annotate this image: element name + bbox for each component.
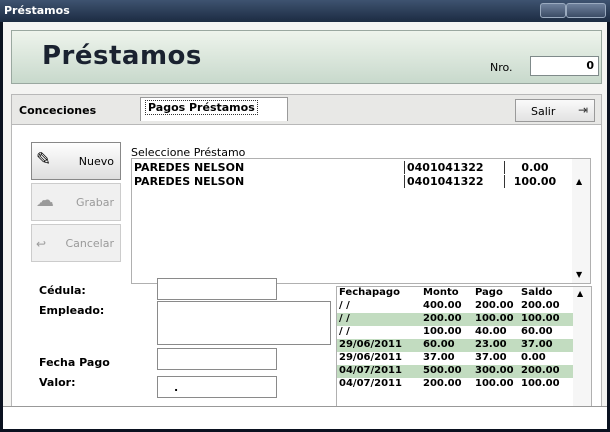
nro-label: Nro. [490, 61, 513, 74]
new-label: Nuevo [78, 155, 114, 168]
cell-fecha: / / [339, 313, 350, 324]
window-client: Préstamos Nro. 0 Conceciones Pagos Prést… [3, 22, 607, 428]
loan-list[interactable]: PAREDES NELSON 0401041322 0.00 PAREDES N… [131, 158, 591, 284]
table-row[interactable]: 29/06/2011 60.00 23.00 37.00 [337, 339, 573, 352]
cell-saldo: 37.00 [521, 339, 553, 350]
exit-button[interactable]: Salir ⇥ [515, 99, 595, 122]
window-title: Préstamos [4, 4, 70, 17]
new-record-icon: ✎ [36, 149, 52, 170]
cell-monto: 200.00 [423, 313, 462, 324]
loan-amount: 0.00 [504, 161, 565, 174]
cell-saldo: 200.00 [521, 300, 560, 311]
cell-saldo: 60.00 [521, 326, 553, 337]
cell-fecha: / / [339, 326, 350, 337]
valor-label: Valor: [39, 376, 76, 389]
cell-monto: 37.00 [423, 352, 455, 363]
table-row[interactable]: 29/06/2011 37.00 37.00 0.00 [337, 352, 573, 365]
close-button[interactable] [566, 3, 606, 18]
table-row[interactable]: 04/07/2011 500.00 300.00 200.00 [337, 365, 573, 378]
table-row[interactable]: / / 200.00 100.00 100.00 [337, 313, 573, 326]
new-button[interactable]: ✎ Nuevo [31, 142, 121, 180]
loan-amount: 100.00 [504, 175, 565, 188]
cell-monto: 100.00 [423, 326, 462, 337]
cell-pago: 300.00 [475, 365, 514, 376]
loan-cedula: 0401041322 [404, 175, 484, 188]
cell-saldo: 200.00 [521, 365, 560, 376]
payments-scrollbar[interactable]: ▲ ▼ [573, 287, 591, 419]
payments-header: Fechapago Monto Pago Saldo [337, 287, 573, 299]
list-item[interactable]: PAREDES NELSON 0401041322 0.00 [132, 161, 572, 175]
fecha-pago-label: Fecha Pago [39, 356, 110, 369]
chevron-up-icon[interactable]: ▲ [577, 289, 583, 298]
fecha-pago-field[interactable] [157, 348, 277, 370]
cell-monto: 60.00 [423, 339, 455, 350]
cell-fecha: 04/07/2011 [339, 378, 402, 389]
cancel-button[interactable]: ↩ Cancelar [31, 224, 121, 262]
cancel-label: Cancelar [65, 237, 114, 250]
col-saldo: Saldo [521, 287, 553, 298]
table-row[interactable]: / / 400.00 200.00 200.00 [337, 300, 573, 313]
cell-fecha: 29/06/2011 [339, 339, 402, 350]
cell-monto: 200.00 [423, 378, 462, 389]
cell-pago: 37.00 [475, 352, 507, 363]
status-bar [3, 406, 607, 429]
table-row[interactable]: 04/07/2011 200.00 100.00 100.00 [337, 378, 573, 391]
page-title: Préstamos [42, 41, 202, 71]
cell-pago: 200.00 [475, 300, 514, 311]
save-label: Grabar [75, 196, 114, 209]
col-fechapago: Fechapago [339, 287, 400, 298]
empleado-field[interactable] [157, 301, 331, 345]
nro-field[interactable]: 0 [530, 56, 599, 76]
cell-fecha: 04/07/2011 [339, 365, 402, 376]
cell-saldo: 0.00 [521, 352, 546, 363]
payments-grid[interactable]: Fechapago Monto Pago Saldo / / 400.00 200.… [336, 286, 592, 420]
save-cloud-icon: ☁ [36, 190, 54, 211]
cell-monto: 500.00 [423, 365, 462, 376]
tab-pagos-label: Pagos Préstamos [145, 100, 258, 115]
tab-bar: Conceciones Pagos Préstamos Salir ⇥ [11, 94, 602, 125]
valor-field[interactable]: . [157, 376, 277, 398]
cedula-label: Cédula: [39, 284, 86, 297]
list-item[interactable]: PAREDES NELSON 0401041322 100.00 [132, 175, 572, 189]
cell-monto: 400.00 [423, 300, 462, 311]
cell-pago: 100.00 [475, 313, 514, 324]
cell-pago: 100.00 [475, 378, 514, 389]
exit-door-icon: ⇥ [577, 103, 588, 117]
chevron-down-icon[interactable]: ▼ [576, 270, 582, 279]
loan-list-scrollbar[interactable]: ▲ ▼ [572, 159, 590, 283]
chevron-up-icon[interactable]: ▲ [576, 177, 582, 186]
loan-name: PAREDES NELSON [134, 161, 245, 174]
loan-name: PAREDES NELSON [134, 175, 245, 188]
cell-pago: 23.00 [475, 339, 507, 350]
col-monto: Monto [423, 287, 459, 298]
undo-icon: ↩ [36, 237, 47, 251]
title-bar: Préstamos [0, 0, 610, 22]
empleado-label: Empleado: [39, 304, 105, 317]
table-row[interactable]: / / 100.00 40.00 60.00 [337, 326, 573, 339]
minimize-button[interactable] [540, 3, 566, 18]
cell-fecha: 29/06/2011 [339, 352, 402, 363]
tab-conceciones[interactable]: Conceciones [19, 104, 96, 117]
valor-value: . [174, 381, 179, 394]
header-banner: Préstamos Nro. 0 [11, 30, 602, 84]
save-button[interactable]: ☁ Grabar [31, 183, 121, 221]
loan-cedula: 0401041322 [404, 161, 484, 174]
cell-fecha: / / [339, 300, 350, 311]
col-pago: Pago [475, 287, 503, 298]
cell-pago: 40.00 [475, 326, 507, 337]
tab-pagos-prestamos[interactable]: Pagos Préstamos [140, 97, 288, 121]
cell-saldo: 100.00 [521, 313, 560, 324]
cell-saldo: 100.00 [521, 378, 560, 389]
cedula-field[interactable] [157, 278, 277, 300]
exit-label: Salir [531, 105, 556, 118]
